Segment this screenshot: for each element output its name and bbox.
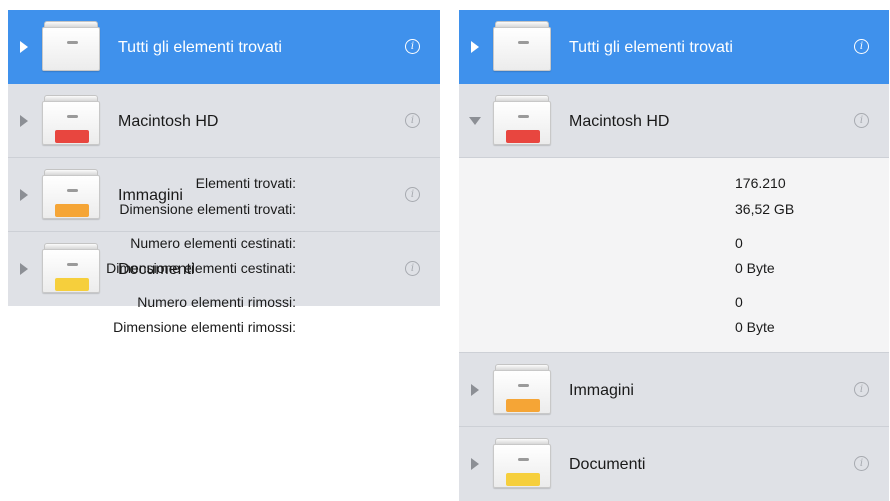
- disclosure-triangle-icon[interactable]: [20, 263, 28, 275]
- disclosure-triangle-icon[interactable]: [471, 41, 479, 53]
- disclosure-triangle-icon[interactable]: [20, 115, 28, 127]
- info-icon[interactable]: i: [854, 113, 869, 128]
- source-row-title: Macintosh HD: [118, 113, 219, 130]
- info-icon[interactable]: i: [405, 113, 420, 128]
- source-list-expanded: Tutti gli elementi trovati i Macintosh H…: [106, 10, 889, 501]
- detail-label: Dimensione elementi rimossi:: [113, 319, 296, 335]
- detail-value: 176.210: [735, 175, 786, 191]
- detail-label: Numero elementi rimossi:: [137, 294, 296, 310]
- detail-label: Elementi trovati:: [195, 175, 296, 191]
- info-icon[interactable]: i: [854, 456, 869, 471]
- info-icon[interactable]: i: [854, 382, 869, 397]
- info-icon[interactable]: i: [854, 39, 869, 54]
- source-row-documenti[interactable]: Documenti i: [459, 427, 889, 501]
- source-row-title: Documenti: [569, 456, 646, 473]
- source-row-title: Tutti gli elementi trovati: [569, 39, 733, 56]
- source-row-macintosh-hd[interactable]: Macintosh HD i: [459, 84, 889, 158]
- disclosure-triangle-icon[interactable]: [20, 189, 28, 201]
- source-row-immagini[interactable]: Immagini i: [459, 353, 889, 427]
- drawer-icon: [493, 364, 551, 414]
- source-row-title: Immagini: [569, 382, 634, 399]
- info-icon[interactable]: i: [405, 187, 420, 202]
- detail-value: 0: [735, 235, 743, 251]
- detail-label: Dimensione elementi cestinati:: [106, 260, 296, 276]
- drawer-icon: [493, 21, 551, 71]
- source-row-title: Tutti gli elementi trovati: [118, 39, 282, 56]
- source-row-all-items[interactable]: Tutti gli elementi trovati i: [459, 10, 889, 84]
- disclosure-triangle-open-icon[interactable]: [469, 117, 481, 125]
- detail-label: Dimensione elementi trovati:: [119, 201, 296, 217]
- drawer-icon: [493, 438, 551, 488]
- drawer-icon: [42, 21, 100, 71]
- drawer-icon: [42, 243, 100, 293]
- detail-value: 0 Byte: [735, 319, 775, 335]
- detail-value: 36,52 GB: [735, 201, 795, 217]
- disclosure-triangle-icon[interactable]: [471, 384, 479, 396]
- drawer-icon: [493, 95, 551, 145]
- drawer-icon: [42, 95, 100, 145]
- detail-value: 0 Byte: [735, 260, 775, 276]
- drawer-icon: [42, 169, 100, 219]
- source-row-all-items[interactable]: Tutti gli elementi trovati i: [8, 10, 440, 84]
- scan-details-panel: Elementi trovati: 176.210 Dimensione ele…: [106, 158, 889, 353]
- disclosure-triangle-icon[interactable]: [20, 41, 28, 53]
- source-row-immagini[interactable]: Immagini i: [8, 158, 440, 232]
- detail-value: 0: [735, 294, 743, 310]
- info-icon[interactable]: i: [405, 261, 420, 276]
- disclosure-triangle-icon[interactable]: [471, 458, 479, 470]
- info-icon[interactable]: i: [405, 39, 420, 54]
- source-row-macintosh-hd[interactable]: Macintosh HD i: [8, 84, 440, 158]
- detail-label: Numero elementi cestinati:: [130, 235, 296, 251]
- source-row-title: Macintosh HD: [569, 113, 670, 130]
